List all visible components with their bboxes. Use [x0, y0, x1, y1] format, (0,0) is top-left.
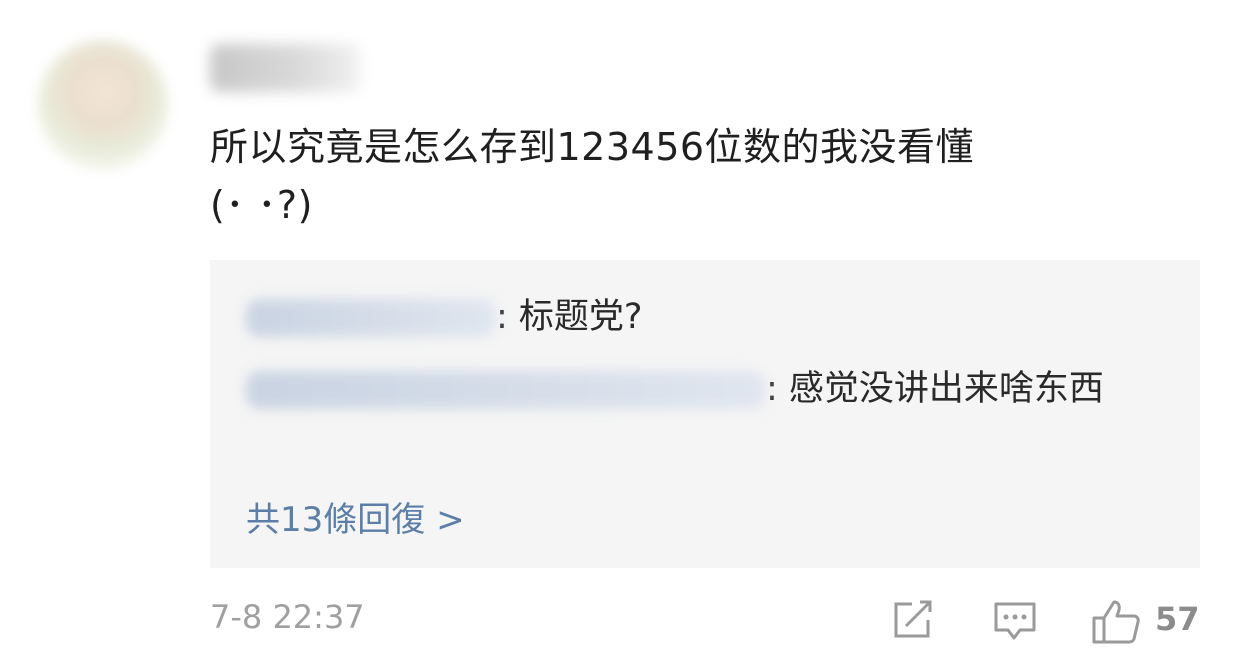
reply-icon[interactable]: [990, 598, 1040, 648]
avatar[interactable]: [38, 40, 168, 170]
reply-item[interactable]: : 感觉没讲出来啥东西: [246, 360, 1146, 418]
comment-text-line-2: (･ ･?): [210, 183, 313, 227]
comment-text-line-1: 所以究竟是怎么存到123456位数的我没看懂: [210, 125, 975, 169]
reply-text: 感觉没讲出来啥东西: [788, 369, 1104, 409]
reply-item[interactable]: : 标题党?: [246, 288, 643, 346]
comment-card: 所以究竟是怎么存到123456位数的我没看懂 (･ ･?) : 标题党? : 感…: [0, 0, 1242, 657]
reply-text: 标题党?: [518, 297, 643, 337]
comment-text: 所以究竟是怎么存到123456位数的我没看懂 (･ ･?): [210, 118, 1170, 234]
share-icon[interactable]: [890, 598, 938, 646]
username-blurred[interactable]: [210, 44, 360, 92]
reply-author-blurred[interactable]: [246, 299, 496, 337]
comment-actions: 57: [880, 590, 1200, 650]
like-icon[interactable]: [1090, 598, 1142, 650]
reply-author-blurred[interactable]: [246, 371, 766, 409]
timestamp: 7-8 22:37: [210, 598, 365, 636]
like-count: 57: [1155, 600, 1200, 638]
more-replies-link[interactable]: 共13條回復 >: [246, 492, 465, 548]
